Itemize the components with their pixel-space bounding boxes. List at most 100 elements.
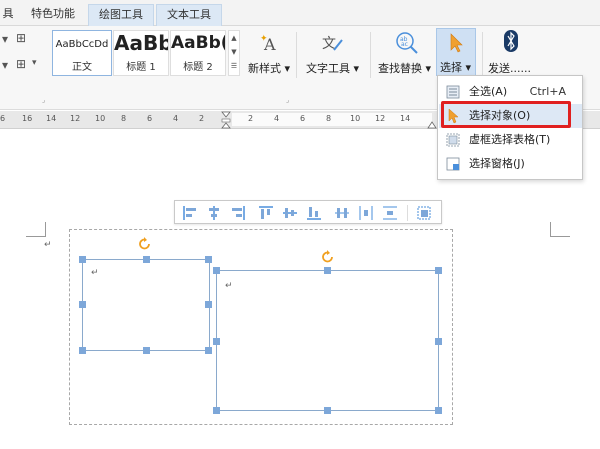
group-icon[interactable] <box>415 204 433 222</box>
align-center-icon[interactable] <box>205 204 223 222</box>
ruler-label: 14 <box>400 114 411 123</box>
ruler-label: 2 <box>199 114 205 123</box>
paragraph-launcher-icon[interactable]: ⌟ <box>42 96 45 104</box>
tab-tools[interactable]: 具 <box>0 4 16 26</box>
paragraph-mark: ↵ <box>91 268 99 278</box>
gallery-more-icon[interactable]: ☰ <box>229 59 239 73</box>
find-replace-button[interactable]: ab ac 查找替换 ▾ <box>376 30 434 80</box>
resize-handle[interactable] <box>79 256 86 263</box>
ruler-label: 16 <box>22 114 33 123</box>
gallery-up-icon[interactable]: ▲ <box>229 31 239 45</box>
style-heading-2[interactable]: AaBb( 标题 2 <box>170 30 226 76</box>
style-normal-sample: AaBbCcDd <box>55 39 109 50</box>
ruler-label: 10 <box>95 114 106 123</box>
select-button[interactable]: 选择 ▾ <box>436 28 476 76</box>
style-normal[interactable]: AaBbCcDd 正文 <box>52 30 112 76</box>
tab-drawing-tools[interactable]: 绘图工具 <box>88 4 154 26</box>
resize-handle[interactable] <box>205 301 212 308</box>
align-top-icon[interactable] <box>257 204 275 222</box>
gallery-down-icon[interactable]: ▼ <box>229 45 239 59</box>
ruler-label: 6 <box>300 114 306 123</box>
indent-icon[interactable]: ▾ <box>2 58 8 72</box>
svg-text:ac: ac <box>401 41 408 48</box>
align-middle-icon[interactable] <box>281 204 299 222</box>
resize-handle[interactable] <box>435 338 442 345</box>
text-box-2[interactable]: ↵ <box>216 270 439 411</box>
select-cursor-icon <box>450 33 463 53</box>
bluetooth-icon <box>504 30 518 52</box>
new-style-icon: A ✦ <box>260 34 276 54</box>
style-heading-1[interactable]: AaBb 标题 1 <box>113 30 169 76</box>
text-tool-icon: 文 <box>322 36 343 52</box>
ruler-label: 2 <box>248 114 254 123</box>
resize-handle[interactable] <box>213 407 220 414</box>
crop-mark <box>550 222 551 237</box>
list-icon[interactable]: ▾ <box>2 32 8 46</box>
menu-item-selection-pane[interactable]: 选择窗格(J) <box>439 152 582 176</box>
table-border-icon[interactable]: ⊞ <box>16 31 26 45</box>
send-label: 发送...... <box>488 62 531 75</box>
style-gallery-scroll[interactable]: ▲ ▼ ☰ <box>228 30 240 76</box>
resize-handle[interactable] <box>79 301 86 308</box>
new-style-button[interactable]: A ✦ 新样式 ▾ <box>248 30 292 80</box>
ruler-label: 6 <box>0 114 6 123</box>
indent-marker-icon[interactable] <box>221 111 231 129</box>
resize-handle[interactable] <box>79 347 86 354</box>
style-heading-2-label: 标题 2 <box>183 62 213 73</box>
paragraph-mark: ↵ <box>225 281 233 291</box>
resize-handle[interactable] <box>205 256 212 263</box>
ruler-label: 4 <box>274 114 280 123</box>
menu-item-marquee-select-table[interactable]: 虚框选择表格(T) <box>439 128 582 152</box>
align-left-icon[interactable] <box>181 204 199 222</box>
text-box-1[interactable]: ↵ <box>82 259 210 351</box>
style-normal-label: 正文 <box>72 62 92 73</box>
rotate-handle-icon[interactable] <box>138 237 152 251</box>
resize-handle[interactable] <box>324 267 331 274</box>
ribbon-tab-bar: 具 特色功能 绘图工具 文本工具 <box>0 0 600 26</box>
resize-handle[interactable] <box>435 407 442 414</box>
svg-text:✦: ✦ <box>260 34 268 44</box>
tab-special-features[interactable]: 特色功能 <box>22 4 84 26</box>
resize-handle[interactable] <box>143 347 150 354</box>
align-right-icon[interactable] <box>229 204 247 222</box>
ruler-label: 12 <box>70 114 81 123</box>
resize-handle[interactable] <box>213 338 220 345</box>
rotate-handle-icon[interactable] <box>321 250 335 264</box>
ruler-label: 6 <box>147 114 153 123</box>
select-label: 选择 ▾ <box>440 61 472 74</box>
align-toolbar <box>174 200 442 224</box>
toolbar-divider <box>407 205 408 221</box>
menu-item-label: 选择窗格(J) <box>469 157 525 170</box>
ruler-label: 12 <box>375 114 386 123</box>
marquee-table-icon <box>446 133 460 147</box>
grid-icon[interactable]: ⊞ <box>16 57 26 71</box>
distribute-horizontal-spacing-icon[interactable] <box>357 204 375 222</box>
highlight-box <box>441 101 571 128</box>
ruler-label: 4 <box>173 114 179 123</box>
send-button[interactable]: 发送...... <box>488 30 544 80</box>
tab-text-tools[interactable]: 文本工具 <box>156 4 222 26</box>
dropdown-arrow-icon[interactable]: ▾ <box>32 58 37 68</box>
resize-handle[interactable] <box>213 267 220 274</box>
paragraph-mark: ↵ <box>44 240 52 250</box>
resize-handle[interactable] <box>205 347 212 354</box>
text-tool-button[interactable]: 文 文字工具 ▾ <box>302 30 359 80</box>
crop-mark <box>550 236 570 237</box>
resize-handle[interactable] <box>143 256 150 263</box>
distribute-horizontal-icon[interactable] <box>333 204 351 222</box>
style-heading-1-label: 标题 1 <box>126 62 156 73</box>
select-all-icon <box>446 85 460 99</box>
align-bottom-icon[interactable] <box>305 204 323 222</box>
styles-launcher-icon[interactable]: ⌟ <box>286 96 289 104</box>
crop-mark <box>26 236 46 237</box>
ruler-label: 14 <box>46 114 57 123</box>
distribute-vertical-icon[interactable] <box>381 204 399 222</box>
resize-handle[interactable] <box>435 267 442 274</box>
ruler-label: 8 <box>121 114 127 123</box>
style-heading-2-sample: AaBb( <box>171 33 225 53</box>
resize-handle[interactable] <box>324 407 331 414</box>
new-style-label: 新样式 ▾ <box>248 62 291 75</box>
ruler-label: 8 <box>326 114 332 123</box>
right-indent-marker-icon[interactable] <box>427 119 437 129</box>
crop-mark <box>45 222 46 237</box>
